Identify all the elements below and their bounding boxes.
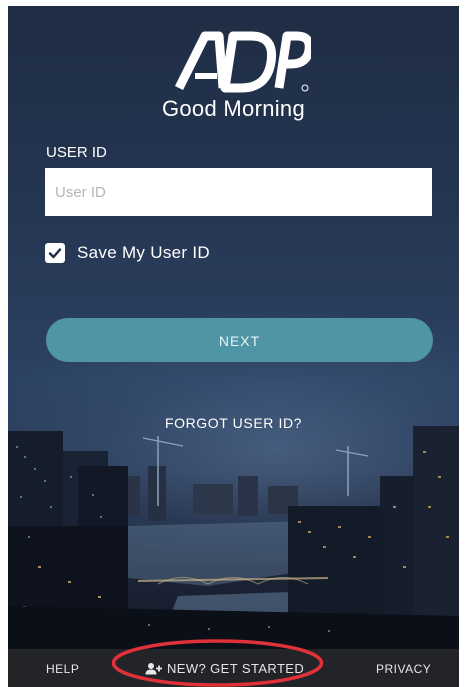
greeting-title: Good Morning <box>161 96 305 121</box>
save-userid-checkbox[interactable] <box>45 243 65 263</box>
userid-input[interactable] <box>45 168 432 216</box>
save-userid-row[interactable]: Save My User ID <box>45 241 210 265</box>
save-userid-label: Save My User ID <box>77 243 210 262</box>
forgot-userid-link[interactable]: FORGOT USER ID? <box>8 415 459 431</box>
help-link[interactable]: HELP <box>46 662 79 676</box>
privacy-link[interactable]: PRIVACY <box>376 662 431 676</box>
get-started-label: NEW? GET STARTED <box>167 661 305 676</box>
next-button[interactable]: NEXT <box>46 318 433 362</box>
adp-logo <box>174 31 311 93</box>
checkmark-icon <box>48 248 62 259</box>
get-started-link[interactable]: NEW? GET STARTED <box>145 661 304 676</box>
add-user-icon <box>145 662 162 675</box>
userid-label: USER ID <box>46 144 107 161</box>
